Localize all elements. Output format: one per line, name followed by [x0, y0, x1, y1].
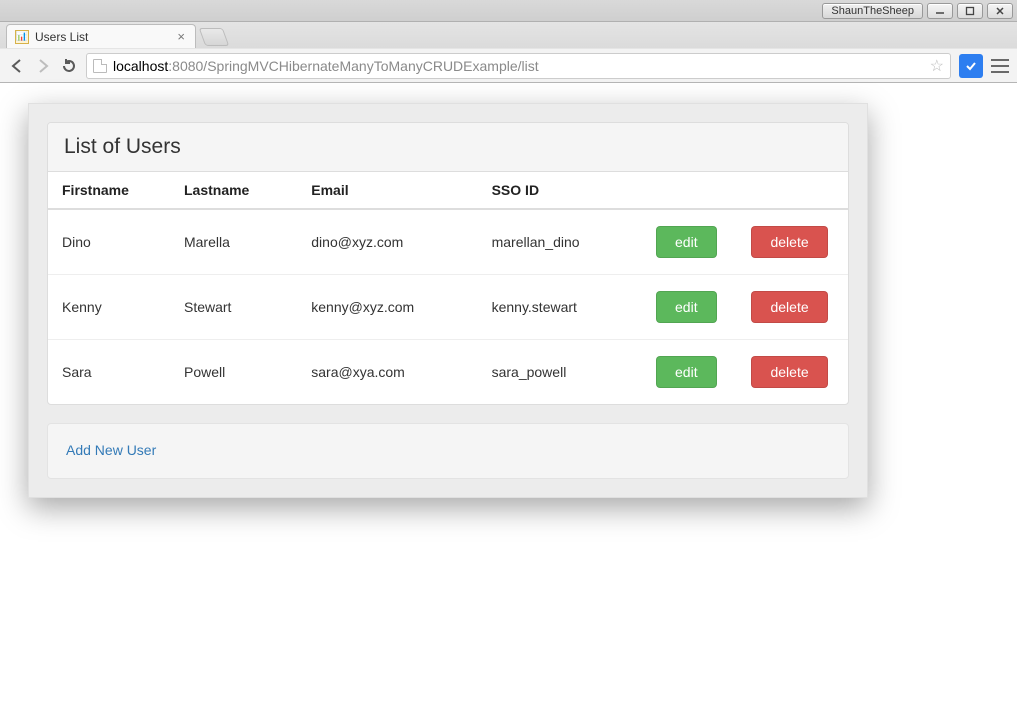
cell-email: kenny@xyz.com: [297, 275, 477, 340]
new-tab-button[interactable]: [199, 28, 230, 46]
table-row: SaraPowellsara@xya.comsara_powell edit del…: [48, 340, 848, 405]
browser-tab[interactable]: 📊 Users List ×: [6, 24, 196, 48]
browser-toolbar: localhost:8080/SpringMVCHibernateManyToM…: [0, 48, 1017, 82]
table-row: KennyStewartkenny@xyz.comkenny.stewart ed…: [48, 275, 848, 340]
add-user-link[interactable]: Add New User: [66, 442, 156, 458]
table-header-row: Firstname Lastname Email SSO ID: [48, 172, 848, 209]
cell-firstname: Sara: [48, 340, 170, 405]
col-ssoid: SSO ID: [478, 172, 642, 209]
cell-ssoid: marellan_dino: [478, 209, 642, 275]
cell-firstname: Dino: [48, 209, 170, 275]
window-maximize-button[interactable]: [957, 3, 983, 19]
cell-lastname: Stewart: [170, 275, 297, 340]
page-icon: [93, 59, 107, 73]
edit-button[interactable]: edit: [656, 291, 717, 323]
delete-button[interactable]: delete: [751, 291, 827, 323]
page-title: List of Users: [48, 123, 848, 172]
os-user-badge: ShaunTheSheep: [822, 3, 923, 19]
cell-email: sara@xya.com: [297, 340, 477, 405]
extension-button[interactable]: [959, 54, 983, 78]
edit-button[interactable]: edit: [656, 356, 717, 388]
tab-strip: 📊 Users List ×: [0, 22, 1017, 48]
url-host: localhost:8080/SpringMVCHibernateManyToM…: [113, 58, 539, 74]
window-minimize-button[interactable]: [927, 3, 953, 19]
cell-email: dino@xyz.com: [297, 209, 477, 275]
back-button[interactable]: [8, 57, 26, 75]
delete-button[interactable]: delete: [751, 226, 827, 258]
table-row: DinoMarelladino@xyz.commarellan_dino edit…: [48, 209, 848, 275]
col-firstname: Firstname: [48, 172, 170, 209]
col-edit: [642, 172, 737, 209]
users-panel: List of Users Firstname Lastname Email S…: [47, 122, 849, 405]
col-lastname: Lastname: [170, 172, 297, 209]
cell-lastname: Powell: [170, 340, 297, 405]
cell-firstname: Kenny: [48, 275, 170, 340]
forward-button[interactable]: [34, 57, 52, 75]
window-close-button[interactable]: [987, 3, 1013, 19]
cell-ssoid: kenny.stewart: [478, 275, 642, 340]
content-card: List of Users Firstname Lastname Email S…: [28, 103, 868, 498]
cell-lastname: Marella: [170, 209, 297, 275]
favicon-icon: 📊: [15, 30, 29, 44]
edit-button[interactable]: edit: [656, 226, 717, 258]
bookmark-star-icon[interactable]: ☆: [930, 56, 944, 76]
page-viewport: List of Users Firstname Lastname Email S…: [0, 83, 1017, 725]
cell-ssoid: sara_powell: [478, 340, 642, 405]
tab-close-button[interactable]: ×: [177, 29, 185, 44]
add-user-well: Add New User: [47, 423, 849, 479]
delete-button[interactable]: delete: [751, 356, 827, 388]
browser-chrome: 📊 Users List × localhost:8080/SpringMVCH…: [0, 22, 1017, 83]
tab-title: Users List: [35, 30, 88, 44]
address-bar[interactable]: localhost:8080/SpringMVCHibernateManyToM…: [86, 53, 951, 79]
col-delete: [737, 172, 848, 209]
users-table: Firstname Lastname Email SSO ID DinoMare…: [48, 172, 848, 404]
col-email: Email: [297, 172, 477, 209]
os-titlebar: ShaunTheSheep: [0, 0, 1017, 22]
reload-button[interactable]: [60, 57, 78, 75]
browser-menu-button[interactable]: [991, 59, 1009, 73]
